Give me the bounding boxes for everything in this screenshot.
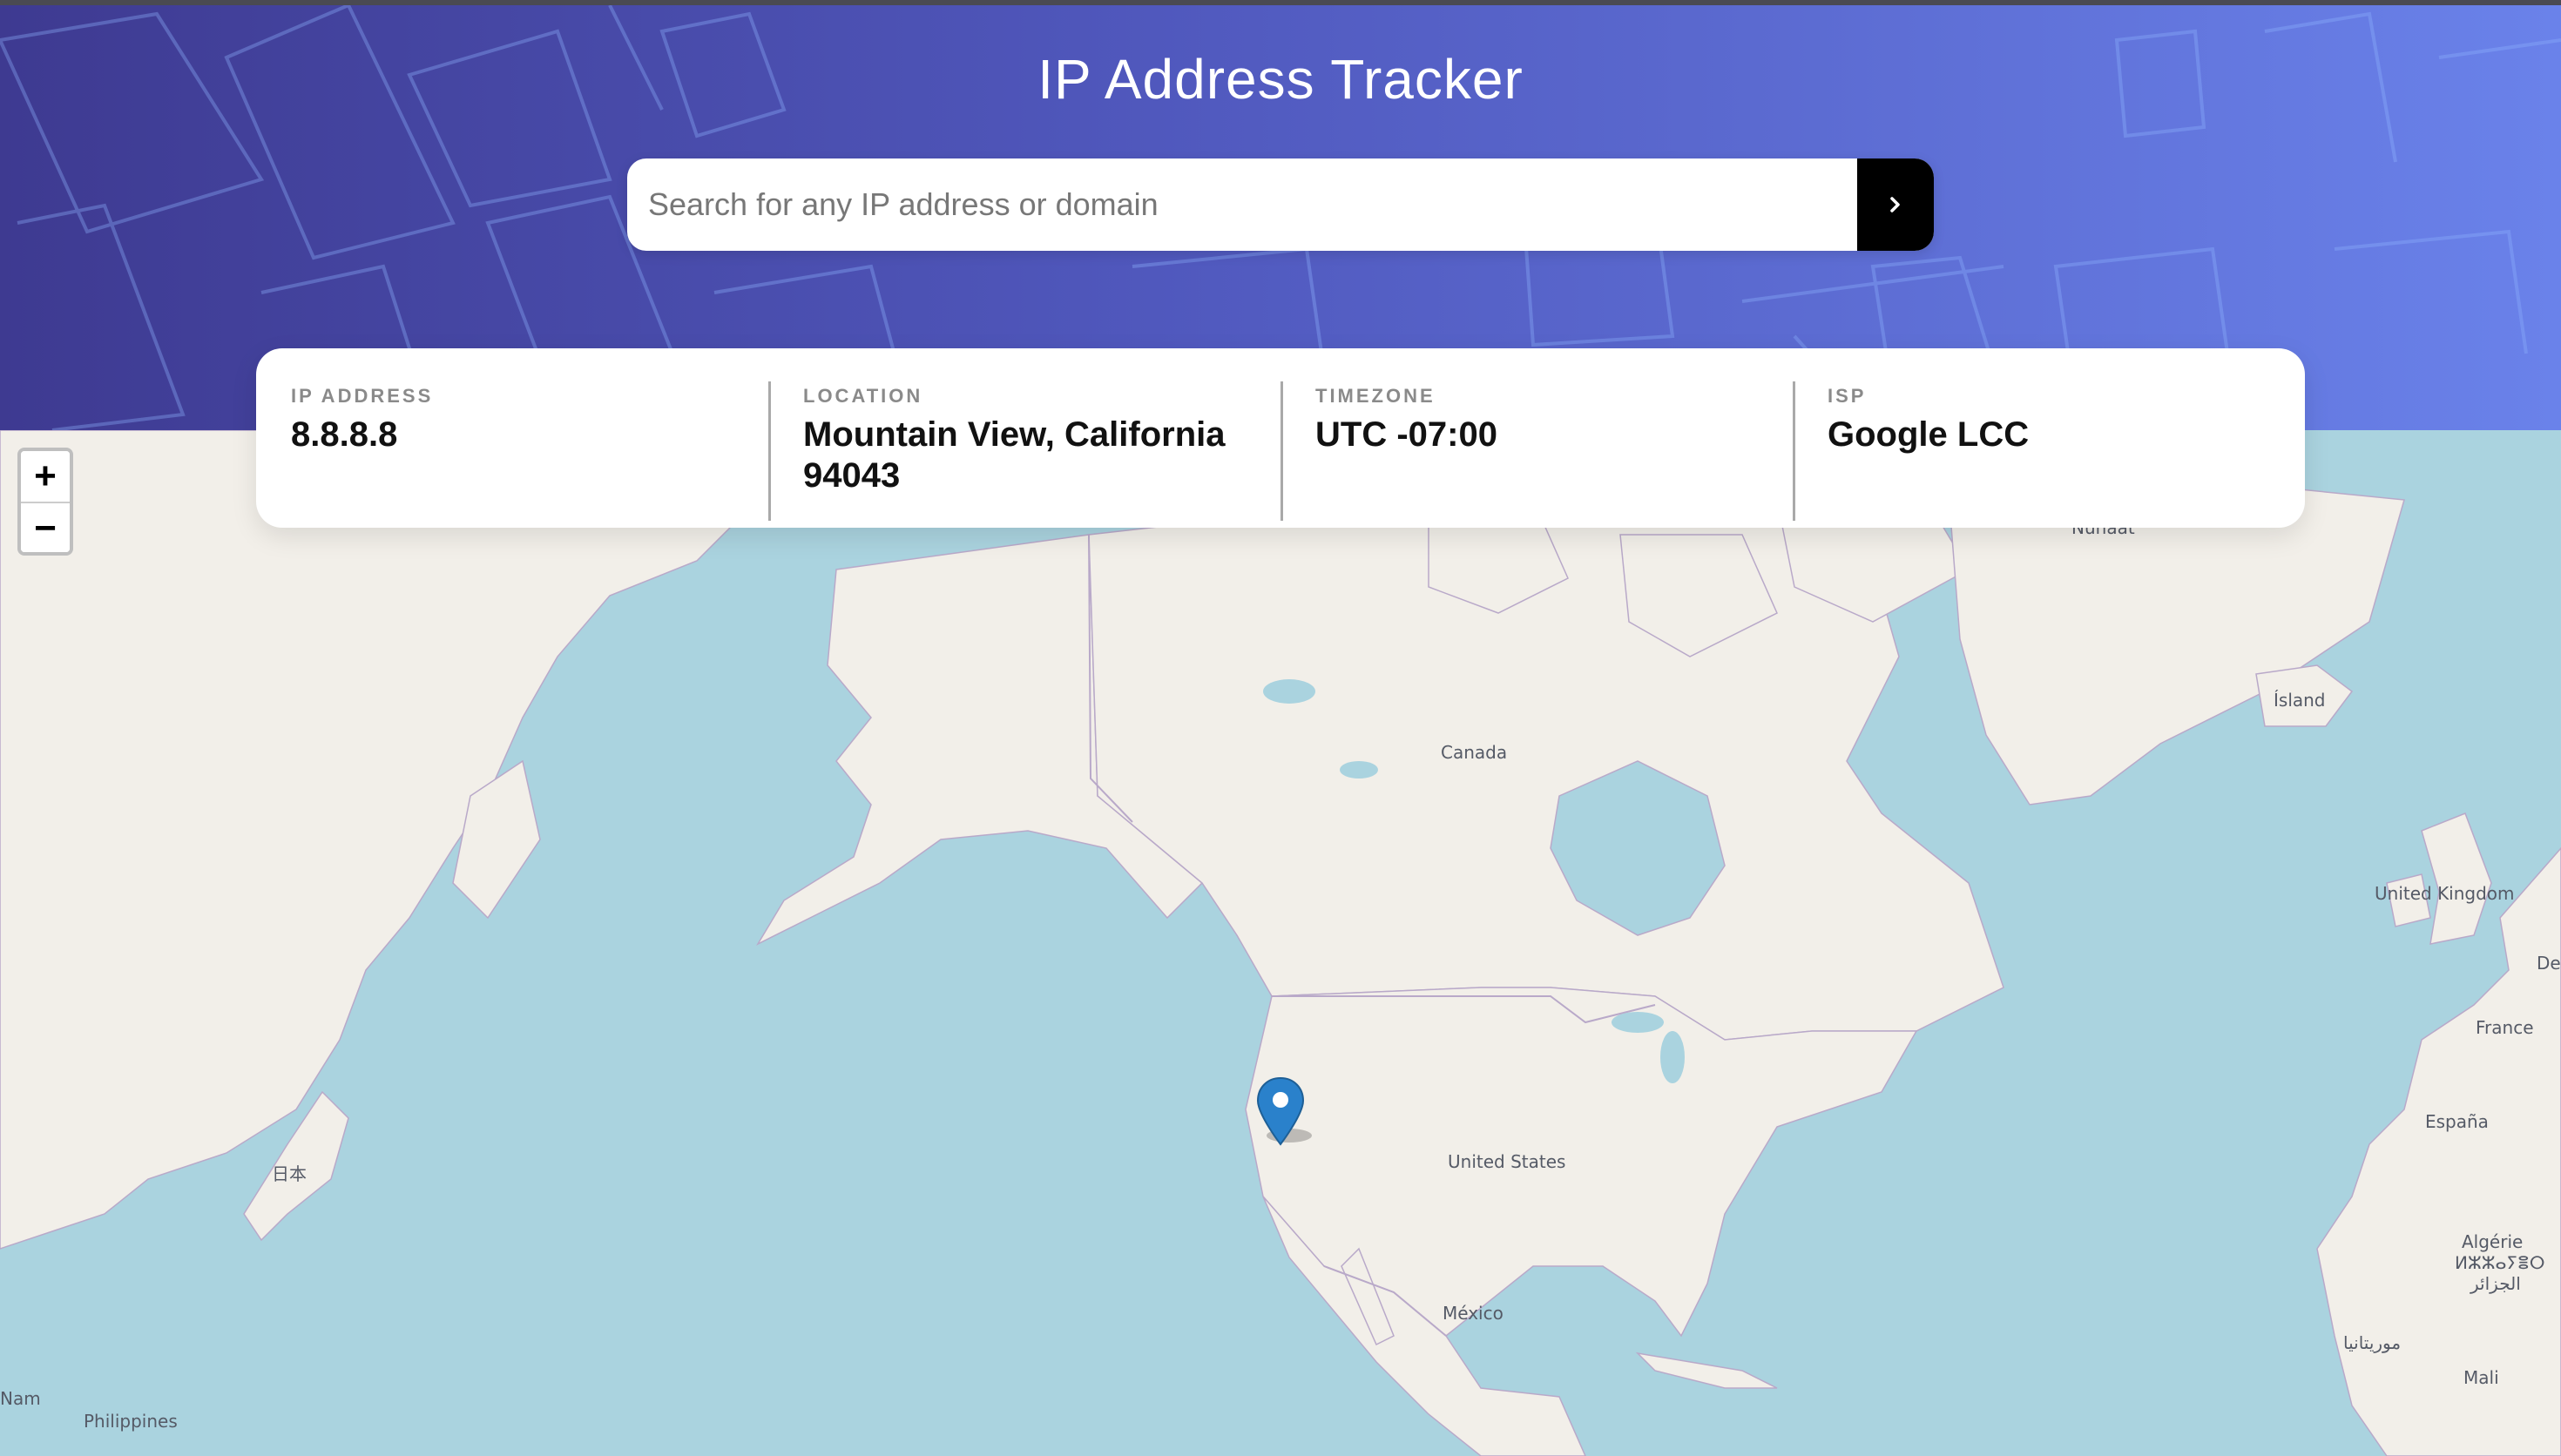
timezone-label: TIMEZONE: [1315, 385, 1436, 407]
map-label-philippines: Philippines: [84, 1411, 178, 1432]
landmass-uk: [2421, 812, 2492, 945]
map-label-algerie-arabic: الجزائر: [2470, 1273, 2521, 1294]
map-label-canada: Canada: [1441, 742, 1508, 763]
ip-address-value: 8.8.8.8: [291, 415, 398, 454]
timezone-section: TIMEZONE UTC -07:00: [1280, 348, 1793, 528]
map-label-algerie: Algérie: [2462, 1231, 2524, 1252]
map-label-united-states: United States: [1448, 1151, 1566, 1172]
landmass-greenland: [1950, 482, 2405, 806]
map-label-mauritanie: موريتانيا: [2343, 1332, 2402, 1353]
map-label-mexico: México: [1443, 1303, 1503, 1324]
map-tiles: [0, 430, 2561, 1456]
isp-section: ISP Google LCC: [1793, 348, 2305, 528]
chevron-right-icon: [1890, 197, 1900, 212]
page-title: IP Address Tracker: [1037, 48, 1524, 111]
isp-value: Google LCC: [1828, 415, 2030, 454]
search-bar: [627, 158, 1934, 251]
map-view[interactable]: Canada United States México Ísland Unite…: [0, 430, 2561, 1456]
isp-label: ISP: [1828, 385, 1867, 407]
timezone-value: UTC -07:00: [1315, 415, 1497, 454]
location-label: LOCATION: [803, 385, 923, 407]
location-section: LOCATION Mountain View, California 94043: [768, 348, 1280, 528]
map-label-united-kingdom: United Kingdom: [2375, 883, 2515, 904]
map-label-algerie-tifinagh: ⵍⵣⵣⴰⵢⴻⵔ: [2455, 1252, 2545, 1273]
ip-address-label: IP ADDRESS: [291, 385, 434, 407]
map-label-de: De: [2537, 953, 2561, 974]
map-label-espana: España: [2425, 1111, 2489, 1132]
map-label-island: Ísland: [2274, 690, 2326, 711]
window-top-border: [0, 0, 2561, 5]
zoom-control: + −: [17, 448, 73, 556]
map-label-nam: Nam: [0, 1388, 41, 1409]
zoom-in-button[interactable]: +: [21, 451, 70, 502]
map-label-japan: 日本: [272, 1163, 307, 1184]
search-input[interactable]: [627, 158, 1857, 251]
search-submit-button[interactable]: [1857, 158, 1934, 251]
landmass-cuba: [1635, 1352, 1778, 1389]
map-pin-icon[interactable]: [1246, 1073, 1324, 1151]
ip-address-section: IP ADDRESS 8.8.8.8: [256, 348, 768, 528]
location-value: Mountain View, California 94043: [803, 415, 1226, 495]
map-label-mali: Mali: [2463, 1367, 2499, 1388]
map-label-france: France: [2476, 1017, 2534, 1038]
ip-info-card: IP ADDRESS 8.8.8.8 LOCATION Mountain Vie…: [256, 348, 2305, 528]
landmass-asia: [0, 430, 750, 1250]
zoom-out-button[interactable]: −: [21, 502, 70, 552]
